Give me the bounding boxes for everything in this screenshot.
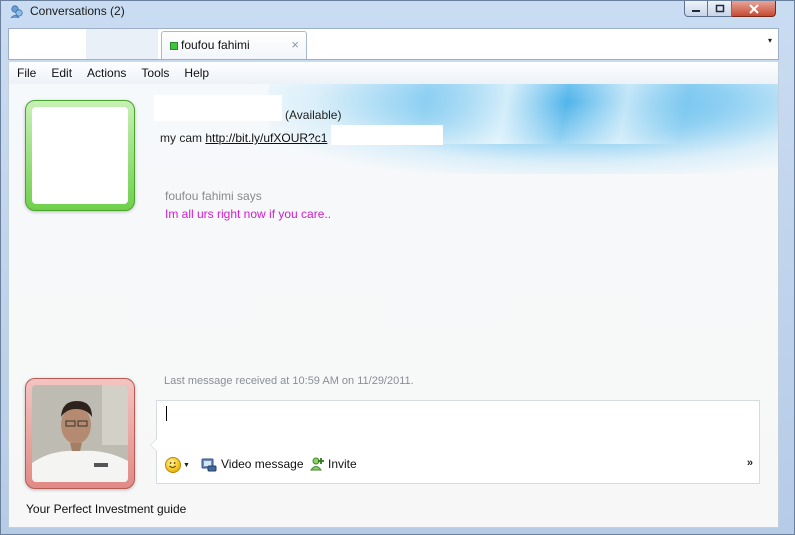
tab-redacted[interactable] — [9, 29, 85, 59]
message-sender-line: foufou fahimi says — [165, 189, 262, 203]
conversation-pane: (Available) my cam http://bit.ly/ufXOUR?… — [8, 84, 779, 528]
online-status-icon — [170, 42, 178, 50]
invite-icon — [310, 457, 324, 471]
minimize-icon — [692, 9, 700, 12]
contact-personal-message: my cam http://bit.ly/ufXOUR?c1 — [160, 131, 327, 145]
message-text: Im all urs right now if you care.. — [165, 207, 332, 221]
emoticon-picker-button[interactable]: ▼ — [165, 457, 190, 473]
title-bar[interactable]: Conversations (2) — [1, 1, 794, 25]
maximize-icon — [715, 4, 724, 13]
minimize-button[interactable] — [684, 1, 708, 17]
messenger-app-icon — [10, 5, 23, 19]
psm-redacted — [331, 125, 443, 145]
video-message-icon — [201, 458, 217, 472]
chevron-down-icon: ▼ — [183, 461, 190, 469]
close-icon — [748, 3, 759, 14]
contact-name-redacted — [154, 95, 282, 121]
invite-label: Invite — [328, 457, 357, 471]
tab-active-conversation[interactable]: foufou fahimi × — [161, 31, 307, 59]
psm-link[interactable]: http://bit.ly/ufXOUR?c1 — [205, 131, 327, 145]
video-message-button[interactable]: Video message — [201, 456, 304, 472]
menu-tools[interactable]: Tools — [133, 66, 176, 80]
header-highlight — [389, 84, 778, 144]
window-title: Conversations (2) — [30, 4, 125, 18]
invite-button[interactable]: Invite — [309, 456, 357, 472]
menu-edit[interactable]: Edit — [43, 66, 79, 80]
user-display-picture[interactable] — [25, 378, 135, 489]
menu-help[interactable]: Help — [176, 66, 216, 80]
compose-toolbar: ▼ Video message Invite » — [165, 456, 753, 476]
tab-close-icon[interactable]: × — [291, 37, 299, 52]
maximize-button[interactable] — [708, 1, 732, 17]
footer-ad-text[interactable]: Your Perfect Investment guide — [26, 502, 186, 516]
text-caret — [166, 406, 167, 421]
contact-display-picture[interactable] — [25, 100, 135, 211]
menu-bar: File Edit Actions Tools Help — [8, 62, 779, 84]
tab-overflow-dropdown-icon[interactable]: ▾ — [768, 36, 772, 45]
emoticon-icon — [165, 457, 181, 473]
message-compose-box[interactable]: ▼ Video message Invite » — [156, 400, 760, 484]
psm-prefix: my cam — [160, 131, 206, 145]
menu-file[interactable]: File — [9, 66, 43, 80]
close-window-button[interactable] — [732, 1, 776, 17]
tab-spacer — [86, 29, 158, 59]
input-bubble-notch-fill — [151, 439, 157, 451]
contact-status: (Available) — [285, 108, 342, 122]
tab-label: foufou fahimi — [181, 38, 250, 52]
conversation-window: Conversations (2) foufou fahimi × ▾ File… — [0, 0, 795, 535]
video-message-label: Video message — [221, 457, 304, 471]
contact-picture-blank — [32, 107, 128, 204]
user-photo-image — [32, 385, 128, 482]
last-message-status: Last message received at 10:59 AM on 11/… — [164, 375, 414, 387]
menu-actions[interactable]: Actions — [79, 66, 133, 80]
more-options-icon[interactable]: » — [747, 457, 753, 469]
user-photo — [32, 385, 128, 482]
conversation-tab-bar: foufou fahimi × ▾ — [8, 28, 779, 60]
